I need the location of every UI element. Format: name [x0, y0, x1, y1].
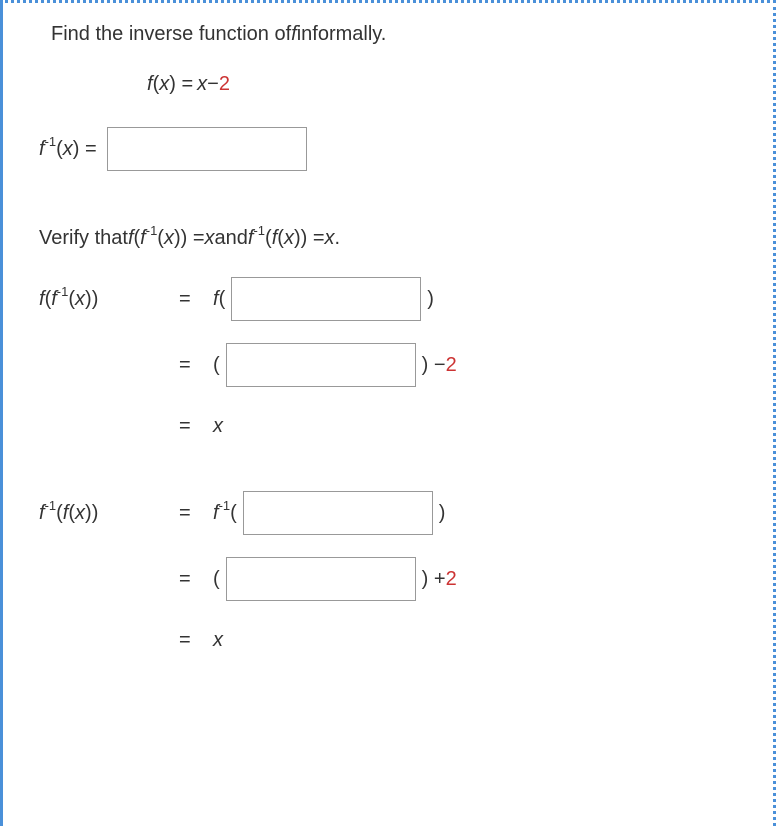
- p2-step1-eq: =: [179, 502, 213, 525]
- verify-exp: -1: [146, 223, 158, 238]
- proof2-step2: = ( ) + 2: [39, 557, 773, 601]
- p2-step1-open: (: [230, 502, 237, 525]
- p1-step2-eq: =: [179, 354, 213, 377]
- verify-open2: (: [157, 227, 164, 250]
- verify-close4: )) =: [294, 227, 325, 250]
- p2-lhs-close: )): [85, 502, 98, 525]
- p1-step1-close: ): [427, 288, 434, 311]
- verify-open4: (: [277, 227, 284, 250]
- inv-open: (: [56, 138, 63, 161]
- p2-step2-open: (: [213, 568, 220, 591]
- proof1-step1: f ( f -1 ( x )) = f ( ): [39, 277, 773, 321]
- proof1-step2-input[interactable]: [226, 343, 416, 387]
- given-close-eq: ) =: [169, 73, 193, 96]
- verify-x2: x: [205, 227, 215, 250]
- p2-step2-eq: =: [179, 568, 213, 591]
- inverse-answer-line: f -1 ( x ) =: [39, 127, 773, 171]
- p2-lhs-exp: -1: [45, 498, 57, 513]
- instruction-text-b: informally.: [297, 23, 387, 46]
- verify-line: Verify that f ( f -1 ( x )) = x and f -1…: [39, 217, 773, 259]
- p2-step2-close: ) +: [422, 568, 446, 591]
- verify-x4: x: [325, 227, 335, 250]
- p1-lhs-exp: -1: [57, 284, 69, 299]
- instruction-line: Find the inverse function of f informall…: [51, 13, 773, 55]
- p1-step3-x: x: [213, 415, 223, 438]
- verify-dot: .: [335, 227, 341, 250]
- inv-x: x: [63, 138, 73, 161]
- proof1-step3: = x: [39, 405, 773, 447]
- proof2-step1: f -1 ( f ( x )) = f -1 ( ): [39, 491, 773, 535]
- verify-close2: )) =: [174, 227, 205, 250]
- verify-pre: Verify that: [39, 227, 128, 250]
- p1-lhs-open: (: [45, 288, 52, 311]
- p1-lhs-close: )): [85, 288, 98, 311]
- given-x-arg: x: [159, 73, 169, 96]
- proof2-step1-input[interactable]: [243, 491, 433, 535]
- verify-open3: (: [265, 227, 272, 250]
- proof2-step3: = x: [39, 619, 773, 661]
- p1-step1-eq: =: [179, 288, 213, 311]
- verify-open1: (: [134, 227, 141, 250]
- verify-and: and: [215, 227, 248, 250]
- inv-close: ) =: [73, 138, 97, 161]
- p2-lhs-x: x: [75, 502, 85, 525]
- given-x: x: [197, 73, 207, 96]
- p2-step1-close: ): [439, 502, 446, 525]
- inverse-answer-input[interactable]: [107, 127, 307, 171]
- inv-exp: -1: [45, 134, 57, 149]
- given-two: 2: [219, 73, 230, 96]
- instruction-text-a: Find the inverse function of: [51, 23, 291, 46]
- given-function-line: f ( x ) = x − 2: [147, 63, 773, 105]
- p2-step3-eq: =: [179, 629, 213, 652]
- p1-step2-close: ) −: [422, 354, 446, 377]
- p2-step1-exp: -1: [219, 498, 231, 513]
- p1-step2-open: (: [213, 354, 220, 377]
- verify-x1: x: [164, 227, 174, 250]
- p1-lhs-x: x: [75, 288, 85, 311]
- p2-step2-two: 2: [446, 568, 457, 591]
- p2-step3-x: x: [213, 629, 223, 652]
- proof1-step1-input[interactable]: [231, 277, 421, 321]
- p1-step3-eq: =: [179, 415, 213, 438]
- p2-lhs-open: (: [56, 502, 63, 525]
- proof1-step2: = ( ) − 2: [39, 343, 773, 387]
- verify-x3: x: [284, 227, 294, 250]
- proof2-step2-input[interactable]: [226, 557, 416, 601]
- p1-step1-open: (: [219, 288, 226, 311]
- p1-step2-two: 2: [446, 354, 457, 377]
- given-minus: −: [207, 73, 219, 96]
- verify-exp2: -1: [253, 223, 265, 238]
